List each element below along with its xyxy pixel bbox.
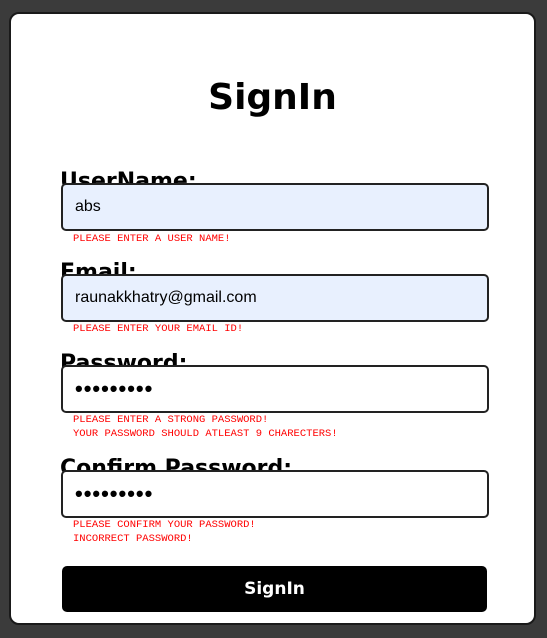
password-input[interactable] bbox=[61, 365, 489, 413]
username-error: PLEASE ENTER A USER NAME! bbox=[73, 233, 231, 245]
password-error-length: YOUR PASSWORD SHOULD ATLEAST 9 CHARECTER… bbox=[73, 428, 338, 440]
email-input[interactable] bbox=[61, 274, 489, 322]
confirm-password-error-incorrect: INCORRECT PASSWORD! bbox=[73, 533, 193, 545]
confirm-password-input[interactable] bbox=[61, 470, 489, 518]
confirm-password-error-confirm: PLEASE CONFIRM YOUR PASSWORD! bbox=[73, 519, 256, 531]
username-input[interactable] bbox=[61, 183, 489, 231]
page-title: SignIn bbox=[208, 77, 337, 118]
signin-card: SignIn UserName: PLEASE ENTER A USER NAM… bbox=[9, 12, 536, 625]
signin-button[interactable]: SignIn bbox=[62, 566, 487, 612]
password-error-strong: PLEASE ENTER A STRONG PASSWORD! bbox=[73, 414, 269, 426]
email-error: PLEASE ENTER YOUR EMAIL ID! bbox=[73, 323, 244, 335]
